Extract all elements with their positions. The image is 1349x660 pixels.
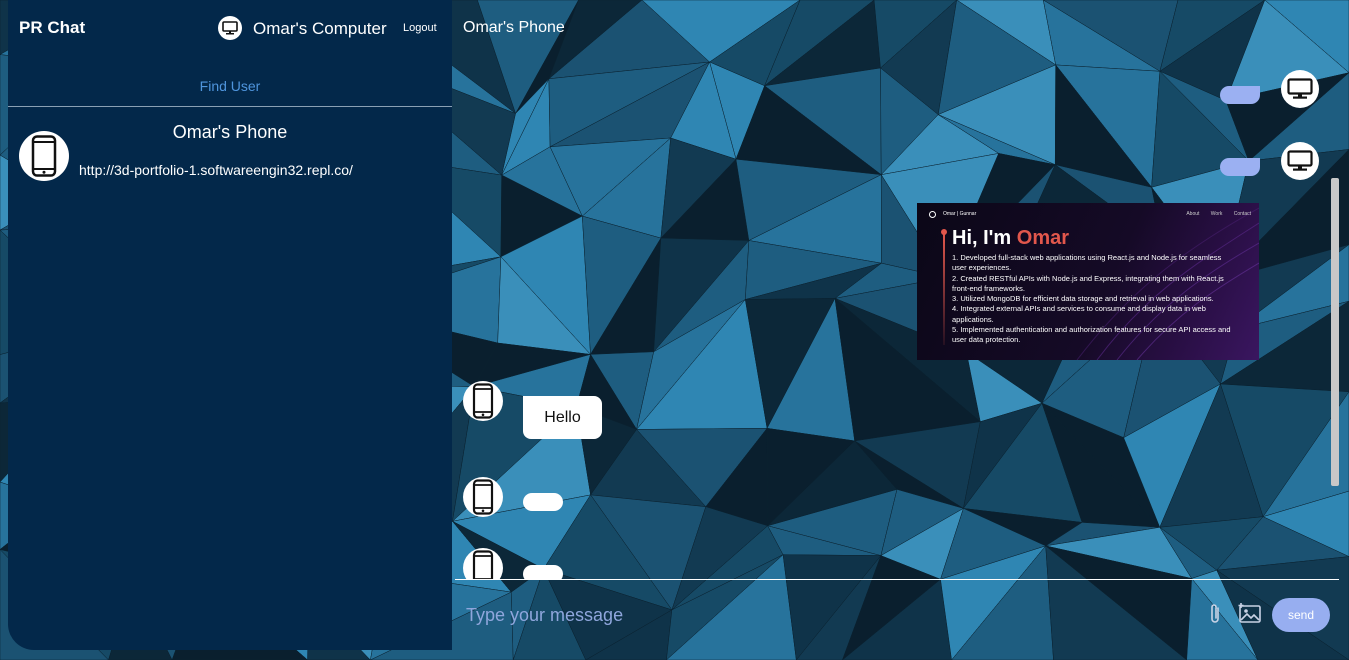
image-bullet: 5. Implemented authentication and author… <box>952 325 1231 345</box>
image-navbar: Omar | Gunnar About Work Contact <box>917 210 1259 220</box>
user-name: Omar's Phone <box>172 122 288 142</box>
send-button[interactable]: send <box>1272 598 1330 632</box>
phone-icon <box>472 383 494 419</box>
attach-file-button[interactable] <box>1204 601 1226 627</box>
monitor-icon <box>1287 78 1313 99</box>
paperclip-icon <box>1211 604 1219 623</box>
current-user-name: Omar's Computer <box>253 19 387 38</box>
composer-divider <box>455 579 1339 580</box>
image-heading-prefix: Hi, I'm <box>952 227 1012 249</box>
message-list-clip <box>455 540 1339 579</box>
chat-title: Omar's Phone <box>463 19 565 36</box>
incoming-avatar <box>463 477 503 517</box>
image-heading-accent: Omar <box>1016 227 1070 249</box>
sidebar: PR Chat Omar's Computer Logout Find User… <box>8 0 452 650</box>
current-user-avatar <box>218 16 242 40</box>
messages-scrollbar[interactable] <box>1331 178 1339 486</box>
logout-button[interactable]: Logout <box>403 22 437 34</box>
incoming-message-bubble: Hello <box>523 396 602 439</box>
image-logo-icon <box>929 211 936 218</box>
image-bullet: 3. Utilized MongoDB for efficient data s… <box>952 294 1214 304</box>
image-bullet: 1. Developed full-stack web applications… <box>952 253 1222 273</box>
incoming-avatar <box>463 381 503 421</box>
phone-icon <box>472 550 494 579</box>
sidebar-user-item[interactable]: Omar's Phone http://3d-portfolio-1.softw… <box>8 118 452 188</box>
image-heading: Hi, I'm Omar <box>952 227 1069 250</box>
monitor-icon <box>222 21 238 35</box>
phone-icon <box>472 479 494 515</box>
outgoing-avatar <box>1281 70 1319 108</box>
shared-image-message[interactable]: Omar | Gunnar About Work Contact Hi, I'm… <box>917 203 1259 360</box>
outgoing-message-bubble <box>1220 158 1260 176</box>
outgoing-message-bubble <box>1220 86 1260 104</box>
image-timeline-line <box>943 233 945 345</box>
incoming-avatar <box>463 548 503 579</box>
image-bullet-list: 1. Developed full-stack web applications… <box>952 253 1237 346</box>
image-brand: Omar | Gunnar <box>943 211 977 217</box>
image-bullet: 2. Created RESTful APIs with Node.js and… <box>952 273 1224 293</box>
attach-image-button[interactable] <box>1237 600 1263 626</box>
image-nav-links: About Work Contact <box>1186 211 1251 217</box>
image-icon <box>1238 603 1261 623</box>
image-bullet: 4. Integrated external APIs and services… <box>952 304 1206 324</box>
user-last-message: http://3d-portfolio-1.softwareengin32.re… <box>79 162 353 178</box>
incoming-message-bubble <box>523 493 563 511</box>
sidebar-divider <box>8 106 452 107</box>
outgoing-avatar <box>1281 142 1319 180</box>
find-user-link[interactable]: Find User <box>8 78 452 94</box>
message-input[interactable] <box>462 600 1070 630</box>
incoming-message-bubble <box>523 565 563 579</box>
app-title: PR Chat <box>19 18 86 37</box>
monitor-icon <box>1287 150 1313 171</box>
